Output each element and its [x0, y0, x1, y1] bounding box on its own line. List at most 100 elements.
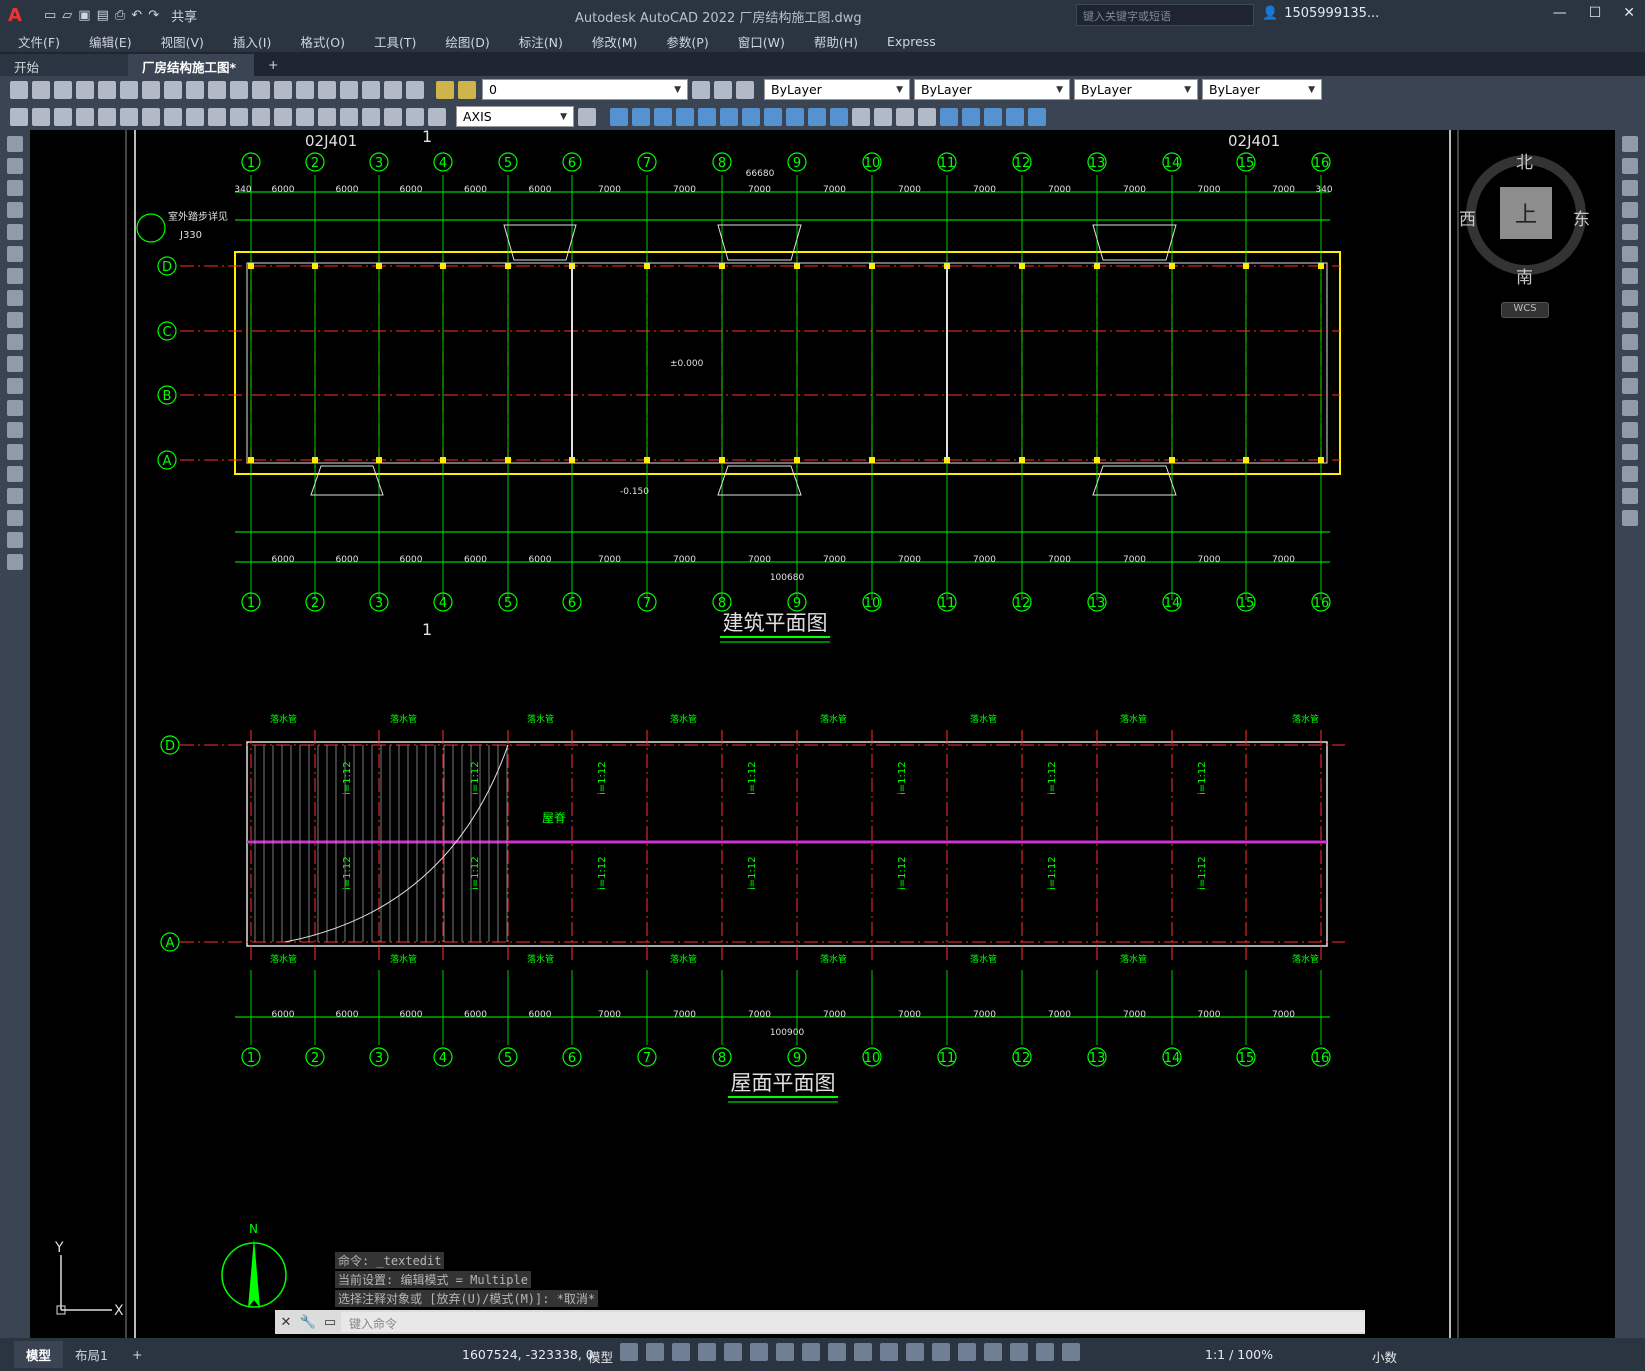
- menu-tools[interactable]: 工具(T): [374, 32, 416, 51]
- open-icon[interactable]: ▱: [62, 8, 72, 23]
- coordinates-readout[interactable]: 1607524, -323338, 0: [462, 1347, 594, 1362]
- break-icon[interactable]: [1622, 400, 1638, 416]
- dimangular-icon[interactable]: [164, 107, 182, 126]
- close-icon[interactable]: ✕: [275, 1315, 297, 1330]
- layer-state-icon[interactable]: [436, 80, 454, 99]
- publish-icon[interactable]: [120, 80, 138, 99]
- dimspace-icon[interactable]: [252, 107, 270, 126]
- camera-icon[interactable]: [830, 107, 848, 126]
- mtext-icon[interactable]: [7, 532, 23, 548]
- gradient-icon[interactable]: [7, 466, 23, 482]
- maximize-icon[interactable]: ☐: [1589, 5, 1602, 21]
- dimedit-icon[interactable]: [384, 107, 402, 126]
- dimjogged-icon[interactable]: [120, 107, 138, 126]
- dimdiameter-icon[interactable]: [142, 107, 160, 126]
- ellipse-icon[interactable]: [7, 334, 23, 350]
- new-tab-icon[interactable]: +: [254, 54, 292, 76]
- layer-match-icon[interactable]: [736, 80, 754, 99]
- view-nw-icon[interactable]: [808, 107, 826, 126]
- table-icon[interactable]: [7, 510, 23, 526]
- tab-start[interactable]: 开始: [0, 54, 128, 76]
- blend-icon[interactable]: [1622, 488, 1638, 504]
- walk-icon[interactable]: [918, 107, 936, 126]
- fillet-icon[interactable]: [1622, 466, 1638, 482]
- ucs-world-icon[interactable]: [962, 107, 980, 126]
- compass-west[interactable]: 西: [1459, 205, 1476, 230]
- dimstyle-icon[interactable]: [578, 107, 596, 126]
- dynamic-input-icon[interactable]: [698, 1343, 716, 1361]
- plot-icon[interactable]: ⎙: [115, 8, 125, 23]
- selection-cycling-icon[interactable]: [906, 1343, 924, 1361]
- tolerance-icon[interactable]: [296, 107, 314, 126]
- annotation-visibility-icon[interactable]: [1036, 1343, 1054, 1361]
- redo-icon[interactable]: [252, 80, 270, 99]
- make-block-icon[interactable]: [7, 400, 23, 416]
- units-select[interactable]: 小数: [1372, 1347, 1397, 1366]
- insert-block-icon[interactable]: [7, 378, 23, 394]
- view-right-icon[interactable]: [676, 107, 694, 126]
- array-icon[interactable]: [1622, 224, 1638, 240]
- preview-icon[interactable]: [98, 80, 116, 99]
- stretch-icon[interactable]: [1622, 312, 1638, 328]
- dimaligned-icon[interactable]: [32, 107, 50, 126]
- properties-icon[interactable]: [318, 80, 336, 99]
- model-space-toggle[interactable]: 模型: [588, 1347, 613, 1366]
- render-icon[interactable]: [874, 107, 892, 126]
- view-sw-icon[interactable]: [742, 107, 760, 126]
- view-left-icon[interactable]: [654, 107, 672, 126]
- print-icon[interactable]: [76, 80, 94, 99]
- add-layout-icon[interactable]: +: [120, 1343, 154, 1366]
- menu-draw[interactable]: 绘图(D): [445, 32, 489, 51]
- new-icon[interactable]: ▭: [44, 8, 56, 23]
- tab-model[interactable]: 模型: [14, 1341, 64, 1368]
- otrack-icon[interactable]: [802, 1343, 820, 1361]
- paste-icon[interactable]: [186, 80, 204, 99]
- join-icon[interactable]: [1622, 422, 1638, 438]
- offset-icon[interactable]: [1622, 202, 1638, 218]
- matchprop-icon[interactable]: [208, 80, 226, 99]
- tab-drawing[interactable]: 厂房结构施工图*: [128, 54, 254, 76]
- dimcontinue-icon[interactable]: [230, 107, 248, 126]
- zoom-icon[interactable]: [296, 80, 314, 99]
- autoscale-icon[interactable]: [1062, 1343, 1080, 1361]
- wcs-menu[interactable]: WCS: [1501, 302, 1549, 318]
- layer-freeze-icon[interactable]: [458, 80, 476, 99]
- qdim-icon[interactable]: [186, 107, 204, 126]
- erase-icon[interactable]: [1622, 136, 1638, 152]
- copy-object-icon[interactable]: [1622, 158, 1638, 174]
- dimordinate-icon[interactable]: [76, 107, 94, 126]
- menu-window[interactable]: 窗口(W): [738, 32, 785, 51]
- textstyle-select[interactable]: AXIS ▼: [456, 106, 574, 127]
- menu-file[interactable]: 文件(F): [18, 32, 60, 51]
- compass-south[interactable]: 南: [1516, 263, 1533, 288]
- pan-icon[interactable]: [274, 80, 292, 99]
- dimtedit-icon[interactable]: [406, 107, 424, 126]
- explode-icon[interactable]: [1622, 510, 1638, 526]
- dimarc-icon[interactable]: [54, 107, 72, 126]
- menu-help[interactable]: 帮助(H): [814, 32, 858, 51]
- dynamic-ucs-icon[interactable]: [958, 1343, 976, 1361]
- close-icon[interactable]: ✕: [1623, 5, 1635, 21]
- construction-line-icon[interactable]: [7, 158, 23, 174]
- tab-layout1[interactable]: 布局1: [63, 1341, 120, 1368]
- scale-icon[interactable]: [1622, 290, 1638, 306]
- layer-manager-icon[interactable]: [692, 80, 710, 99]
- layer-select[interactable]: 0 ▼: [482, 79, 688, 100]
- layer-previous-icon[interactable]: [714, 80, 732, 99]
- cut-icon[interactable]: [142, 80, 160, 99]
- ucs-icon[interactable]: [940, 107, 958, 126]
- snap-icon[interactable]: [646, 1343, 664, 1361]
- revcloud-icon[interactable]: [7, 290, 23, 306]
- dimbaseline-icon[interactable]: [208, 107, 226, 126]
- inspect-icon[interactable]: [340, 107, 358, 126]
- rotate-icon[interactable]: [1622, 268, 1638, 284]
- command-input[interactable]: 键入命令: [341, 1312, 1365, 1332]
- save-icon[interactable]: ▣: [78, 8, 90, 23]
- ucs-face-icon[interactable]: [1006, 107, 1024, 126]
- calculator-icon[interactable]: [384, 80, 402, 99]
- menu-dimension[interactable]: 标注(N): [519, 32, 563, 51]
- designcenter-icon[interactable]: [340, 80, 358, 99]
- ucs-view-icon[interactable]: [1028, 107, 1046, 126]
- break-point-icon[interactable]: [1622, 378, 1638, 394]
- rectangle-icon[interactable]: [7, 224, 23, 240]
